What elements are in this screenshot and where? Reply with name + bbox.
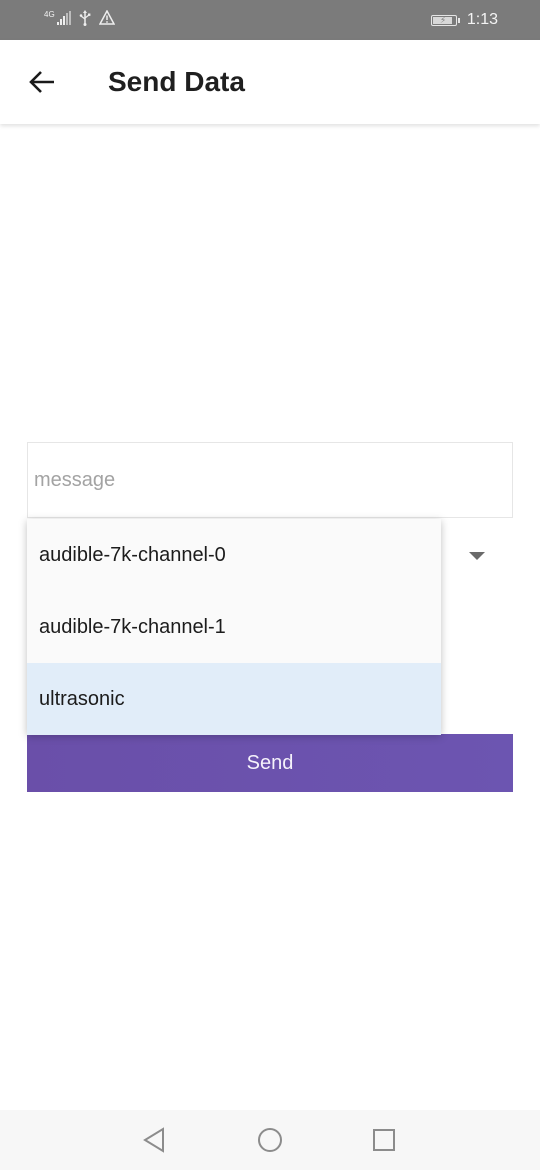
nav-back-button[interactable] xyxy=(136,1122,172,1158)
dropdown-option-audible-7k-channel-0[interactable]: audible-7k-channel-0 xyxy=(27,519,441,591)
navigation-bar xyxy=(0,1110,540,1170)
warning-icon xyxy=(98,9,115,30)
recents-square-icon xyxy=(373,1129,395,1151)
nav-recents-button[interactable] xyxy=(366,1122,402,1158)
back-triangle-icon xyxy=(143,1127,164,1153)
arrow-back-icon xyxy=(29,71,54,93)
network-type-label: 4G xyxy=(44,9,55,19)
status-icons-left: 4G xyxy=(44,9,115,31)
send-button[interactable]: Send xyxy=(27,734,513,792)
nav-home-button[interactable] xyxy=(252,1122,288,1158)
screen: 4G ⚡ 1:13 Send Data message audible-7k-c… xyxy=(0,0,540,1170)
channel-dropdown-menu: audible-7k-channel-0 audible-7k-channel-… xyxy=(27,519,441,735)
dropdown-arrow-icon[interactable] xyxy=(469,552,485,560)
usb-icon xyxy=(79,9,91,31)
dropdown-option-ultrasonic[interactable]: ultrasonic xyxy=(27,663,441,735)
message-input[interactable] xyxy=(28,443,512,517)
home-circle-icon xyxy=(258,1128,282,1152)
back-button[interactable] xyxy=(22,62,62,102)
page-title: Send Data xyxy=(108,66,245,97)
app-bar: Send Data xyxy=(0,40,540,124)
battery-charging-icon: ⚡ xyxy=(430,14,460,26)
signal-icon xyxy=(56,10,71,30)
status-bar: 4G ⚡ 1:13 xyxy=(0,0,540,40)
message-field xyxy=(27,442,513,518)
status-icons-right: ⚡ 1:13 xyxy=(430,10,498,30)
status-time: 1:13 xyxy=(466,11,498,28)
dropdown-option-audible-7k-channel-1[interactable]: audible-7k-channel-1 xyxy=(27,591,441,663)
